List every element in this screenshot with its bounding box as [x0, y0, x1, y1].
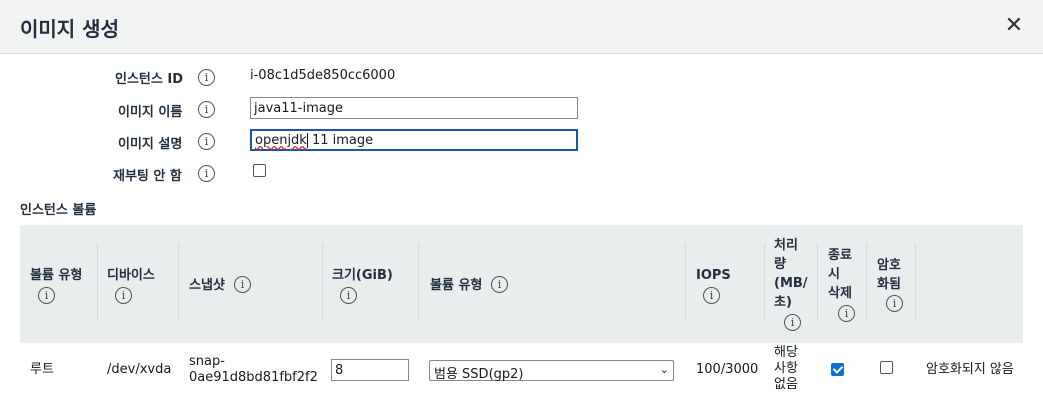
description-text-rest: 11 image: [306, 133, 374, 148]
header-snapshot: 스냅샷: [189, 278, 225, 293]
volume-type-select[interactable]: 범용 SSD(gp2) ⌄: [429, 360, 674, 382]
cell-device: /dev/xvda: [107, 362, 172, 377]
info-icon[interactable]: i: [234, 276, 251, 293]
image-description-label: 이미지 설명: [118, 137, 183, 152]
header-iops: IOPS: [696, 268, 731, 283]
column-divider: [322, 243, 323, 321]
header-delete-on-termination: 종료 시 삭제: [828, 246, 852, 303]
cell-throughput-line: 해당: [774, 345, 798, 360]
column-divider: [915, 243, 916, 321]
cell-throughput-line: 사항: [774, 361, 798, 376]
cell-throughput: 해당 사항 없음: [774, 345, 798, 393]
column-divider: [97, 243, 98, 321]
header-volume-type-2: 볼륨 유형: [430, 278, 483, 293]
instance-id-label: 인스턴스 ID: [115, 72, 183, 87]
close-icon[interactable]: ✕: [1003, 14, 1025, 38]
column-divider: [764, 243, 765, 321]
volume-type-selected: 범용 SSD(gp2): [434, 367, 524, 382]
info-icon[interactable]: i: [886, 295, 903, 312]
cell-iops: 100/3000: [696, 362, 759, 377]
info-icon[interactable]: i: [198, 69, 215, 86]
cell-throughput-line: 없음: [774, 377, 798, 392]
info-icon[interactable]: i: [838, 305, 855, 322]
info-icon[interactable]: i: [784, 314, 801, 331]
header-size: 크기(GiB): [332, 268, 393, 283]
cell-snapshot-line: snap-: [189, 354, 225, 369]
info-icon[interactable]: i: [198, 165, 215, 182]
cell-snapshot[interactable]: snap- 0ae91d8bd81fbf2f2: [189, 354, 318, 386]
header-throughput-line: 량: [774, 257, 786, 272]
instance-id-value: i-08c1d5de850cc6000: [250, 68, 396, 83]
info-icon[interactable]: i: [491, 276, 508, 293]
chevron-down-icon: ⌄: [659, 363, 669, 376]
header-throughput: 처리 량 (MB/ 초): [774, 236, 808, 312]
volumes-table-header: [20, 225, 1023, 343]
info-icon[interactable]: i: [198, 133, 215, 150]
info-icon[interactable]: i: [198, 101, 215, 118]
header-encrypted: 암호 화됨: [877, 256, 901, 294]
column-divider: [178, 243, 179, 321]
info-icon[interactable]: i: [115, 287, 132, 304]
cell-snapshot-line: 0ae91d8bd81fbf2f2: [189, 370, 318, 385]
header-throughput-line: (MB/: [774, 276, 808, 291]
image-name-input[interactable]: [250, 97, 578, 119]
image-name-label: 이미지 이름: [118, 105, 183, 120]
no-reboot-label: 재부팅 안 함: [113, 169, 182, 184]
header-delete-line: 삭제: [828, 286, 852, 301]
size-input[interactable]: [331, 359, 409, 381]
header-volume-type: 볼륨 유형: [30, 268, 83, 283]
dialog-header: 이미지 생성 ✕: [0, 0, 1043, 54]
header-delete-line: 시: [828, 267, 840, 282]
encrypted-checkbox[interactable]: [880, 361, 893, 374]
header-device: 디바이스: [107, 268, 155, 283]
column-divider: [817, 243, 818, 321]
column-divider: [685, 243, 686, 321]
cell-volume-type: 루트: [30, 362, 54, 377]
instance-volumes-title: 인스턴스 볼륨: [20, 203, 97, 218]
column-divider: [418, 243, 419, 321]
info-icon[interactable]: i: [703, 287, 720, 304]
header-encrypted-line: 암호: [877, 258, 901, 273]
column-divider: [866, 243, 867, 321]
description-misspelled-word: openjdk: [255, 133, 307, 148]
header-throughput-line: 처리: [774, 238, 798, 253]
header-delete-line: 종료: [828, 248, 852, 263]
info-icon[interactable]: i: [38, 287, 55, 304]
header-throughput-line: 초): [774, 295, 792, 310]
cell-encryption-status: 암호화되지 않음: [926, 362, 1014, 377]
delete-on-termination-checkbox[interactable]: [831, 363, 844, 376]
no-reboot-checkbox[interactable]: [253, 164, 266, 177]
image-description-input[interactable]: openjdk 11 image: [250, 129, 578, 151]
info-icon[interactable]: i: [340, 287, 357, 304]
header-encrypted-line: 화됨: [877, 277, 901, 292]
dialog-title: 이미지 생성: [20, 17, 119, 41]
